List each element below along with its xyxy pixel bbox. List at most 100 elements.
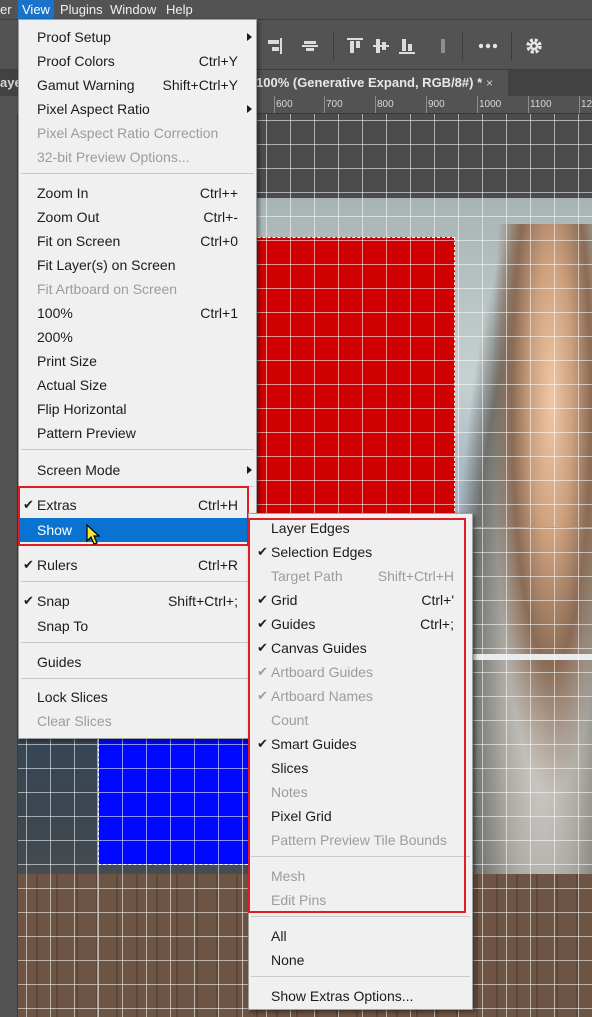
checkmark-icon: ✔ xyxy=(23,497,34,512)
show-item-target-path: Target Path Shift+Ctrl+H xyxy=(249,564,472,588)
checkmark-icon: ✔ xyxy=(257,688,268,703)
checkmark-icon: ✔ xyxy=(257,664,268,679)
gear-icon[interactable] xyxy=(523,35,545,57)
align-right-icon[interactable] xyxy=(263,35,285,57)
menu-separator xyxy=(251,856,470,857)
vertical-ruler[interactable] xyxy=(0,114,18,1017)
menu-item-zoom-out[interactable]: Zoom Out Ctrl+- xyxy=(19,205,256,229)
shortcut-label: Shift+Ctrl+Y xyxy=(162,77,238,93)
previous-tab[interactable]: aye xyxy=(0,70,22,96)
show-item-canvas-guides[interactable]: ✔ Canvas Guides xyxy=(249,636,472,660)
menu-separator xyxy=(21,642,254,643)
menu-item-actual-size[interactable]: Actual Size xyxy=(19,373,256,397)
menu-item-200-percent[interactable]: 200% xyxy=(19,325,256,349)
ruler-label: 700 xyxy=(326,99,343,110)
show-item-artboard-guides: ✔ Artboard Guides xyxy=(249,660,472,684)
menu-item-fit-layers[interactable]: Fit Layer(s) on Screen xyxy=(19,253,256,277)
submenu-arrow-icon xyxy=(247,105,252,113)
menu-item-screen-mode[interactable]: Screen Mode xyxy=(19,458,256,482)
menu-item-clear-slices: Clear Slices xyxy=(37,713,112,729)
menu-item-flip-horizontal[interactable]: Flip Horizontal xyxy=(19,397,256,421)
shortcut-label: Ctrl+1 xyxy=(200,305,238,321)
show-item-grid[interactable]: ✔ Grid Ctrl+' xyxy=(249,588,472,612)
show-item-extras-options[interactable]: Show Extras Options... xyxy=(249,984,472,1008)
view-menu: Proof Setup Proof Colors Ctrl+Y Gamut War… xyxy=(18,19,257,739)
menu-item-pattern-preview[interactable]: Pattern Preview xyxy=(19,421,256,445)
show-item-edit-pins: Edit Pins xyxy=(271,892,327,908)
menu-item-gamut-warning[interactable]: Gamut Warning Shift+Ctrl+Y xyxy=(19,73,256,97)
checkmark-icon: ✔ xyxy=(257,616,268,631)
menu-separator xyxy=(21,486,254,487)
menu-item-100-percent[interactable]: 100% Ctrl+1 xyxy=(19,301,256,325)
menu-item-pixel-aspect-ratio[interactable]: Pixel Aspect Ratio xyxy=(19,97,256,121)
shortcut-label: Ctrl+Y xyxy=(198,53,238,69)
show-item-slices[interactable]: Slices xyxy=(249,756,472,780)
menu-item-snap-to[interactable]: Snap To xyxy=(19,614,256,638)
align-center-h-icon[interactable] xyxy=(299,35,321,57)
menu-item-lock-slices[interactable]: Lock Slices xyxy=(19,685,256,709)
show-item-smart-guides[interactable]: ✔ Smart Guides xyxy=(249,732,472,756)
menu-item-extras[interactable]: ✔ Extras Ctrl+H xyxy=(19,493,256,517)
menu-edit-partial[interactable]: er xyxy=(0,2,12,17)
menu-item-show[interactable]: Show xyxy=(19,518,256,542)
checkmark-icon: ✔ xyxy=(23,593,34,608)
submenu-arrow-icon xyxy=(247,33,252,41)
menubar: er View Plugins Window Help xyxy=(0,0,592,19)
menu-view[interactable]: View xyxy=(18,0,54,19)
mouse-cursor-icon xyxy=(86,524,101,545)
more-icon[interactable] xyxy=(477,35,499,57)
menu-help[interactable]: Help xyxy=(166,2,193,17)
menu-separator xyxy=(21,678,254,679)
menu-item-rulers[interactable]: ✔ Rulers Ctrl+R xyxy=(19,553,256,577)
ruler-label: 900 xyxy=(428,99,445,110)
show-item-pattern-preview-tile-bounds: Pattern Preview Tile Bounds xyxy=(271,832,447,848)
shortcut-label: Shift+Ctrl+H xyxy=(377,568,454,584)
align-top-icon[interactable] xyxy=(344,35,366,57)
show-item-mesh: Mesh xyxy=(271,868,306,884)
menu-item-snap[interactable]: ✔ Snap Shift+Ctrl+; xyxy=(19,589,256,613)
shortcut-label: Ctrl+0 xyxy=(200,233,238,249)
shortcut-label: Ctrl+' xyxy=(421,592,454,608)
toolbar-separator xyxy=(333,32,334,60)
menu-item-proof-setup[interactable]: Proof Setup xyxy=(19,25,256,49)
show-item-layer-edges[interactable]: Layer Edges xyxy=(249,516,472,540)
show-item-selection-edges[interactable]: ✔ Selection Edges xyxy=(249,540,472,564)
align-middle-v-icon[interactable] xyxy=(370,35,392,57)
show-item-guides[interactable]: ✔ Guides Ctrl+; xyxy=(249,612,472,636)
shortcut-label: Shift+Ctrl+; xyxy=(167,593,238,609)
menu-separator xyxy=(21,581,254,582)
checkmark-icon: ✔ xyxy=(257,640,268,655)
show-submenu: Layer Edges ✔ Selection Edges Target Path… xyxy=(248,513,473,1010)
document-tab-title: 100% (Generative Expand, RGB/8#) * xyxy=(256,75,483,90)
ruler-label: 600 xyxy=(276,99,293,110)
distribute-icon[interactable] xyxy=(432,35,454,57)
show-item-none[interactable]: None xyxy=(249,948,472,972)
menu-item-zoom-in[interactable]: Zoom In Ctrl++ xyxy=(19,181,256,205)
menu-window[interactable]: Window xyxy=(110,2,156,17)
show-item-all[interactable]: All xyxy=(249,924,472,948)
menu-separator xyxy=(21,173,254,174)
submenu-arrow-icon xyxy=(247,466,252,474)
ruler-label: 1000 xyxy=(479,99,502,110)
menu-separator xyxy=(251,916,470,917)
menu-item-proof-colors[interactable]: Proof Colors Ctrl+Y xyxy=(19,49,256,73)
show-item-notes: Notes xyxy=(271,784,308,800)
menu-item-fit-artboard: Fit Artboard on Screen xyxy=(37,281,178,297)
shortcut-label: Ctrl+H xyxy=(197,497,238,513)
show-item-pixel-grid[interactable]: Pixel Grid xyxy=(249,804,472,828)
document-tab[interactable]: 100% (Generative Expand, RGB/8#) * × xyxy=(248,70,508,96)
close-icon[interactable]: × xyxy=(486,70,493,96)
show-item-artboard-names: ✔ Artboard Names xyxy=(249,684,472,708)
show-item-count: Count xyxy=(271,712,309,728)
menu-item-fit-on-screen[interactable]: Fit on Screen Ctrl+0 xyxy=(19,229,256,253)
checkmark-icon: ✔ xyxy=(257,544,268,559)
menu-separator xyxy=(21,545,254,546)
menu-item-guides[interactable]: Guides xyxy=(19,650,256,674)
shortcut-label: Ctrl++ xyxy=(199,185,238,201)
ruler-label: 12 xyxy=(581,99,592,110)
menu-item-print-size[interactable]: Print Size xyxy=(19,349,256,373)
menu-plugins[interactable]: Plugins xyxy=(60,2,103,17)
align-bottom-icon[interactable] xyxy=(396,35,418,57)
checkmark-icon: ✔ xyxy=(257,592,268,607)
menu-item-32bit-preview: 32-bit Preview Options... xyxy=(37,149,190,165)
